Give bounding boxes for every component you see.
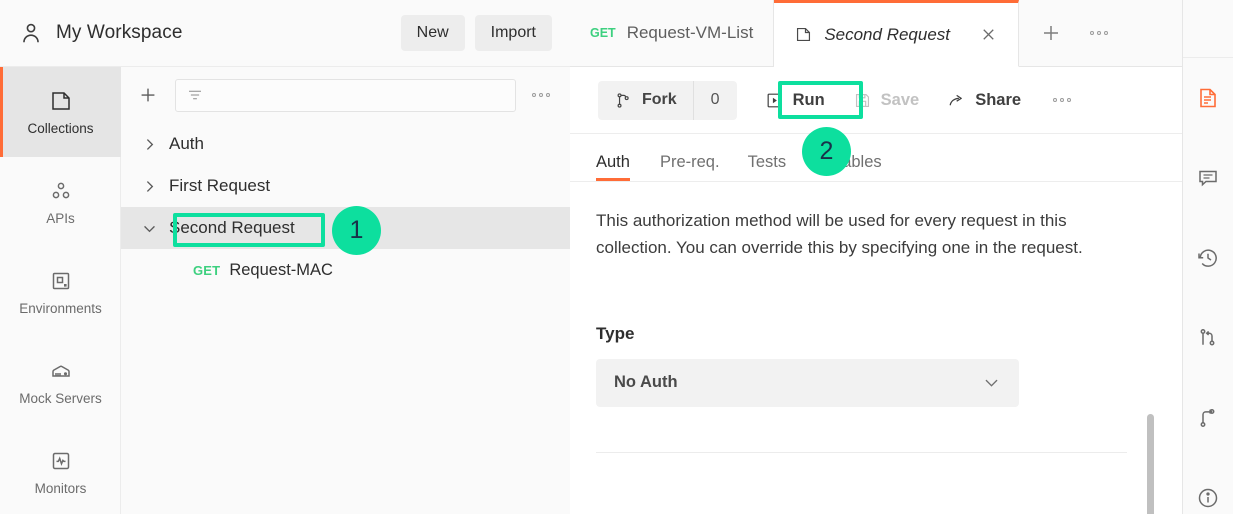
filter-icon	[186, 86, 204, 104]
share-button[interactable]: Share	[933, 81, 1035, 120]
method-badge-get: GET	[590, 26, 616, 40]
fork-button[interactable]: Fork	[598, 81, 693, 120]
collection-toolbar: Fork 0 Run Save Share	[570, 67, 1182, 134]
left-pane: My Workspace New Import Collections APIs	[0, 0, 570, 514]
sidebar-label-monitors: Monitors	[34, 480, 87, 496]
plus-icon[interactable]	[131, 78, 165, 112]
save-button[interactable]: Save	[839, 81, 934, 120]
tree-row-auth[interactable]: Auth	[121, 123, 570, 165]
import-button[interactable]: Import	[474, 15, 552, 51]
postman-window: My Workspace New Import Collections APIs	[0, 0, 1233, 514]
history-icon	[1196, 246, 1220, 270]
tab-pre-req[interactable]: Pre-req.	[646, 153, 734, 181]
save-icon	[853, 91, 872, 110]
sidebar-label-environments: Environments	[19, 300, 102, 316]
collection-tree-pane: Auth First Request Second Request GET Re…	[121, 67, 570, 514]
tree-label-first-request: First Request	[169, 176, 271, 195]
divider	[596, 451, 1127, 453]
fork-branch-button[interactable]	[1183, 378, 1233, 458]
info-button[interactable]	[1183, 458, 1233, 514]
documentation-button[interactable]	[1183, 58, 1233, 138]
tree-label-second-request: Second Request	[169, 218, 295, 237]
sidebar-label-apis: APIs	[46, 210, 75, 226]
sidebar-item-monitors[interactable]: Monitors	[0, 427, 121, 514]
tab-label-request-vm-list: Request-VM-List	[626, 23, 754, 42]
tab-auth[interactable]: Auth	[596, 153, 646, 181]
pull-request-icon	[1196, 326, 1220, 350]
collection-subtabs: Auth Pre-req. Tests Variables	[570, 134, 1182, 182]
documentation-icon	[1196, 86, 1220, 110]
comments-button[interactable]	[1183, 138, 1233, 218]
environments-icon	[49, 269, 73, 293]
monitors-icon	[49, 449, 73, 473]
primary-nav-rail: Collections APIs Environments Mock Serve…	[0, 67, 121, 514]
run-label: Run	[792, 90, 825, 109]
tree-row-first-request[interactable]: First Request	[121, 165, 570, 207]
workspace-header: My Workspace New Import	[0, 0, 570, 67]
method-badge-get: GET	[193, 262, 221, 278]
right-context-rail	[1182, 0, 1233, 514]
chevron-down-icon	[982, 373, 1001, 392]
auth-panel: This authorization method will be used f…	[570, 182, 1182, 514]
play-icon	[765, 91, 784, 110]
step-badge-1: 1	[332, 206, 381, 255]
auth-type-value: No Auth	[614, 373, 678, 392]
save-label: Save	[880, 90, 920, 109]
search-input[interactable]	[175, 78, 516, 112]
tab-request-vm-list[interactable]: GET Request-VM-List	[570, 0, 775, 66]
vertical-scrollbar[interactable]	[1147, 414, 1154, 514]
chevron-down-icon	[141, 220, 158, 237]
sidebar-label-collections: Collections	[27, 120, 94, 136]
tree-label-request-mac: Request-MAC	[229, 260, 333, 279]
rail-divider	[1183, 0, 1233, 58]
fork-group: Fork 0	[598, 80, 737, 120]
tab-bar: GET Request-VM-List Second Request	[570, 0, 1182, 67]
workspace-title: My Workspace	[56, 22, 183, 43]
collection-tree-toolbar	[121, 67, 570, 123]
run-button[interactable]: Run	[751, 81, 839, 120]
more-options-icon[interactable]	[526, 80, 556, 110]
step-badge-2: 2	[802, 127, 851, 176]
chevron-right-icon	[141, 136, 158, 153]
sidebar-item-environments[interactable]: Environments	[0, 247, 121, 337]
tab-bar-actions	[1019, 0, 1131, 66]
main-pane: GET Request-VM-List Second Request Fork …	[570, 0, 1182, 514]
fork-count[interactable]: 0	[692, 80, 737, 120]
workspace-actions: New Import	[400, 15, 552, 51]
tab-label-second-request: Second Request	[824, 24, 951, 44]
tree-label-auth: Auth	[169, 134, 204, 153]
collection-icon	[794, 25, 813, 44]
tab-tests[interactable]: Tests	[734, 153, 801, 181]
history-button[interactable]	[1183, 218, 1233, 298]
person-icon	[18, 20, 44, 46]
share-icon	[947, 91, 966, 110]
auth-description: This authorization method will be used f…	[596, 211, 1083, 257]
share-label: Share	[975, 90, 1022, 109]
sidebar-label-mock-servers: Mock Servers	[19, 390, 102, 406]
tree-row-request-mac[interactable]: GET Request-MAC	[121, 249, 570, 291]
sidebar-item-collections[interactable]: Collections	[0, 67, 121, 157]
more-options-icon[interactable]	[1041, 98, 1083, 102]
more-options-icon[interactable]	[1077, 11, 1121, 55]
fork-icon	[614, 91, 633, 110]
info-icon	[1196, 486, 1220, 510]
collections-icon	[49, 89, 73, 113]
pull-request-button[interactable]	[1183, 298, 1233, 378]
comments-icon	[1196, 166, 1220, 190]
new-tab-icon[interactable]	[1029, 11, 1073, 55]
mock-servers-icon	[49, 359, 73, 383]
auth-type-select[interactable]: No Auth	[596, 358, 1019, 407]
scrollbar-thumb[interactable]	[1147, 414, 1154, 514]
apis-icon	[49, 179, 73, 203]
sidebar-item-apis[interactable]: APIs	[0, 157, 121, 247]
chevron-right-icon	[141, 178, 158, 195]
type-label: Type	[596, 323, 635, 343]
fork-label: Fork	[642, 91, 677, 108]
tab-second-request[interactable]: Second Request	[774, 0, 1020, 67]
new-button[interactable]: New	[400, 15, 465, 51]
close-icon[interactable]	[979, 25, 998, 44]
fork-branch-icon	[1196, 406, 1220, 430]
sidebar-item-mock-servers[interactable]: Mock Servers	[0, 337, 121, 427]
